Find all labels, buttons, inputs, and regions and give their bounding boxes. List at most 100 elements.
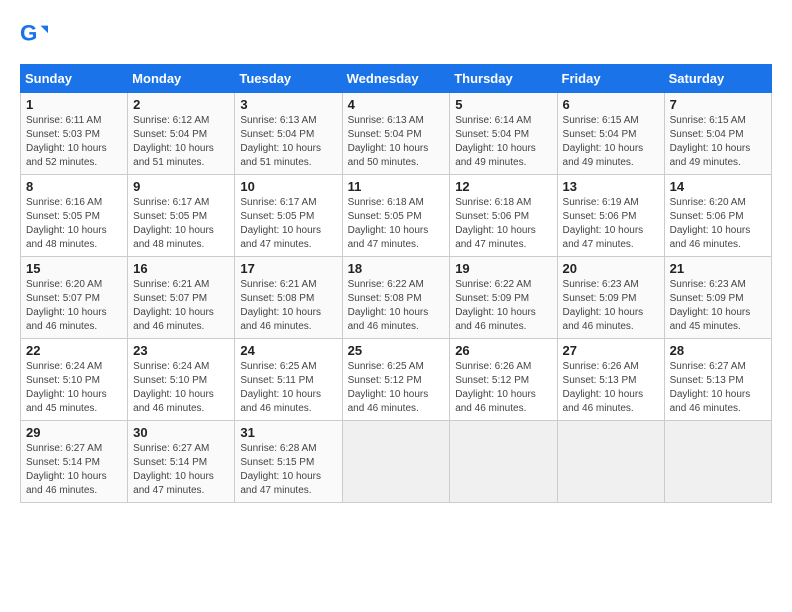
day-number: 27 — [563, 343, 659, 358]
day-number: 25 — [348, 343, 445, 358]
calendar-header-row: SundayMondayTuesdayWednesdayThursdayFrid… — [21, 65, 772, 93]
calendar-cell: 2 Sunrise: 6:12 AM Sunset: 5:04 PM Daylig… — [128, 93, 235, 175]
column-header-friday: Friday — [557, 65, 664, 93]
day-info: Sunrise: 6:18 AM Sunset: 5:05 PM Dayligh… — [348, 196, 445, 252]
calendar-cell: 18Sunrise: 6:22 AM Sunset: 5:08 PM Dayli… — [342, 257, 450, 339]
column-header-thursday: Thursday — [450, 65, 557, 93]
calendar-cell: 16Sunrise: 6:21 AM Sunset: 5:07 PM Dayli… — [128, 257, 235, 339]
day-number: 12 — [455, 179, 551, 194]
day-number: 11 — [348, 179, 445, 194]
calendar-cell: 12 Sunrise: 6:18 AM Sunset: 5:06 PM Dayli… — [450, 175, 557, 257]
day-number: 8 — [26, 179, 122, 194]
calendar-cell: 23 Sunrise: 6:24 AM Sunset: 5:10 PM Dayli… — [128, 339, 235, 421]
day-number: 29 — [26, 425, 122, 440]
day-info: Sunrise: 6:25 AM Sunset: 5:11 PM Dayligh… — [240, 360, 336, 416]
day-number: 2 — [133, 97, 229, 112]
calendar-cell: 10 Sunrise: 6:17 AM Sunset: 5:05 PM Dayli… — [235, 175, 342, 257]
day-info: Sunrise: 6:18 AM Sunset: 5:06 PM Dayligh… — [455, 196, 551, 252]
calendar-cell: 14Sunrise: 6:20 AM Sunset: 5:06 PM Dayli… — [664, 175, 771, 257]
day-number: 31 — [240, 425, 336, 440]
svg-text:G: G — [20, 21, 37, 46]
calendar-cell: 21Sunrise: 6:23 AM Sunset: 5:09 PM Dayli… — [664, 257, 771, 339]
day-number: 15 — [26, 261, 122, 276]
logo: G — [20, 20, 52, 48]
day-info: Sunrise: 6:24 AM Sunset: 5:10 PM Dayligh… — [26, 360, 122, 416]
calendar-cell: 5Sunrise: 6:14 AM Sunset: 5:04 PM Daylig… — [450, 93, 557, 175]
calendar-cell: 29Sunrise: 6:27 AM Sunset: 5:14 PM Dayli… — [21, 421, 128, 503]
day-number: 20 — [563, 261, 659, 276]
day-number: 30 — [133, 425, 229, 440]
day-number: 13 — [563, 179, 659, 194]
day-info: Sunrise: 6:22 AM Sunset: 5:08 PM Dayligh… — [348, 278, 445, 334]
calendar-cell: 1 Sunrise: 6:11 AM Sunset: 5:03 PM Daylig… — [21, 93, 128, 175]
calendar-cell: 17 Sunrise: 6:21 AM Sunset: 5:08 PM Dayli… — [235, 257, 342, 339]
day-info: Sunrise: 6:11 AM Sunset: 5:03 PM Dayligh… — [26, 114, 122, 170]
calendar-cell: 20 Sunrise: 6:23 AM Sunset: 5:09 PM Dayli… — [557, 257, 664, 339]
day-number: 16 — [133, 261, 229, 276]
day-info: Sunrise: 6:23 AM Sunset: 5:09 PM Dayligh… — [563, 278, 659, 334]
calendar-week-3: 15 Sunrise: 6:20 AM Sunset: 5:07 PM Dayli… — [21, 257, 772, 339]
calendar-cell: 25 Sunrise: 6:25 AM Sunset: 5:12 PM Dayli… — [342, 339, 450, 421]
calendar-cell: 26 Sunrise: 6:26 AM Sunset: 5:12 PM Dayli… — [450, 339, 557, 421]
day-info: Sunrise: 6:17 AM Sunset: 5:05 PM Dayligh… — [240, 196, 336, 252]
logo-icon: G — [20, 20, 48, 48]
day-number: 17 — [240, 261, 336, 276]
calendar-week-4: 22 Sunrise: 6:24 AM Sunset: 5:10 PM Dayli… — [21, 339, 772, 421]
day-info: Sunrise: 6:19 AM Sunset: 5:06 PM Dayligh… — [563, 196, 659, 252]
calendar-cell: 7Sunrise: 6:15 AM Sunset: 5:04 PM Daylig… — [664, 93, 771, 175]
calendar-cell: 27 Sunrise: 6:26 AM Sunset: 5:13 PM Dayli… — [557, 339, 664, 421]
calendar-cell: 24 Sunrise: 6:25 AM Sunset: 5:11 PM Dayli… — [235, 339, 342, 421]
day-number: 21 — [670, 261, 766, 276]
column-header-sunday: Sunday — [21, 65, 128, 93]
day-info: Sunrise: 6:13 AM Sunset: 5:04 PM Dayligh… — [348, 114, 445, 170]
calendar-cell — [450, 421, 557, 503]
day-number: 23 — [133, 343, 229, 358]
day-number: 7 — [670, 97, 766, 112]
day-number: 5 — [455, 97, 551, 112]
day-info: Sunrise: 6:17 AM Sunset: 5:05 PM Dayligh… — [133, 196, 229, 252]
day-info: Sunrise: 6:16 AM Sunset: 5:05 PM Dayligh… — [26, 196, 122, 252]
day-number: 10 — [240, 179, 336, 194]
day-info: Sunrise: 6:27 AM Sunset: 5:14 PM Dayligh… — [133, 442, 229, 498]
day-info: Sunrise: 6:15 AM Sunset: 5:04 PM Dayligh… — [563, 114, 659, 170]
calendar-cell: 28Sunrise: 6:27 AM Sunset: 5:13 PM Dayli… — [664, 339, 771, 421]
calendar-table: SundayMondayTuesdayWednesdayThursdayFrid… — [20, 64, 772, 503]
day-number: 28 — [670, 343, 766, 358]
calendar-cell — [664, 421, 771, 503]
calendar-cell: 8 Sunrise: 6:16 AM Sunset: 5:05 PM Daylig… — [21, 175, 128, 257]
day-info: Sunrise: 6:24 AM Sunset: 5:10 PM Dayligh… — [133, 360, 229, 416]
day-info: Sunrise: 6:20 AM Sunset: 5:07 PM Dayligh… — [26, 278, 122, 334]
day-number: 6 — [563, 97, 659, 112]
calendar-cell: 6 Sunrise: 6:15 AM Sunset: 5:04 PM Daylig… — [557, 93, 664, 175]
day-info: Sunrise: 6:13 AM Sunset: 5:04 PM Dayligh… — [240, 114, 336, 170]
day-number: 3 — [240, 97, 336, 112]
calendar-week-5: 29 Sunrise: 6:27 AM Sunset: 5:14 PM Dayli… — [21, 421, 772, 503]
day-number: 9 — [133, 179, 229, 194]
day-number: 26 — [455, 343, 551, 358]
calendar-cell: 19Sunrise: 6:22 AM Sunset: 5:09 PM Dayli… — [450, 257, 557, 339]
day-info: Sunrise: 6:26 AM Sunset: 5:12 PM Dayligh… — [455, 360, 551, 416]
day-info: Sunrise: 6:12 AM Sunset: 5:04 PM Dayligh… — [133, 114, 229, 170]
day-info: Sunrise: 6:26 AM Sunset: 5:13 PM Dayligh… — [563, 360, 659, 416]
calendar-cell: 11 Sunrise: 6:18 AM Sunset: 5:05 PM Dayli… — [342, 175, 450, 257]
day-number: 1 — [26, 97, 122, 112]
calendar-cell — [557, 421, 664, 503]
calendar-cell: 9 Sunrise: 6:17 AM Sunset: 5:05 PM Daylig… — [128, 175, 235, 257]
column-header-monday: Monday — [128, 65, 235, 93]
calendar-cell: 4 Sunrise: 6:13 AM Sunset: 5:04 PM Daylig… — [342, 93, 450, 175]
day-number: 4 — [348, 97, 445, 112]
calendar-cell: 3 Sunrise: 6:13 AM Sunset: 5:04 PM Daylig… — [235, 93, 342, 175]
day-info: Sunrise: 6:25 AM Sunset: 5:12 PM Dayligh… — [348, 360, 445, 416]
day-number: 14 — [670, 179, 766, 194]
calendar-cell: 31 Sunrise: 6:28 AM Sunset: 5:15 PM Dayli… — [235, 421, 342, 503]
calendar-cell: 30 Sunrise: 6:27 AM Sunset: 5:14 PM Dayli… — [128, 421, 235, 503]
calendar-cell: 15 Sunrise: 6:20 AM Sunset: 5:07 PM Dayli… — [21, 257, 128, 339]
column-header-saturday: Saturday — [664, 65, 771, 93]
day-info: Sunrise: 6:28 AM Sunset: 5:15 PM Dayligh… — [240, 442, 336, 498]
day-info: Sunrise: 6:22 AM Sunset: 5:09 PM Dayligh… — [455, 278, 551, 334]
day-number: 24 — [240, 343, 336, 358]
column-header-wednesday: Wednesday — [342, 65, 450, 93]
calendar-week-1: 1 Sunrise: 6:11 AM Sunset: 5:03 PM Daylig… — [21, 93, 772, 175]
day-info: Sunrise: 6:21 AM Sunset: 5:08 PM Dayligh… — [240, 278, 336, 334]
day-number: 22 — [26, 343, 122, 358]
